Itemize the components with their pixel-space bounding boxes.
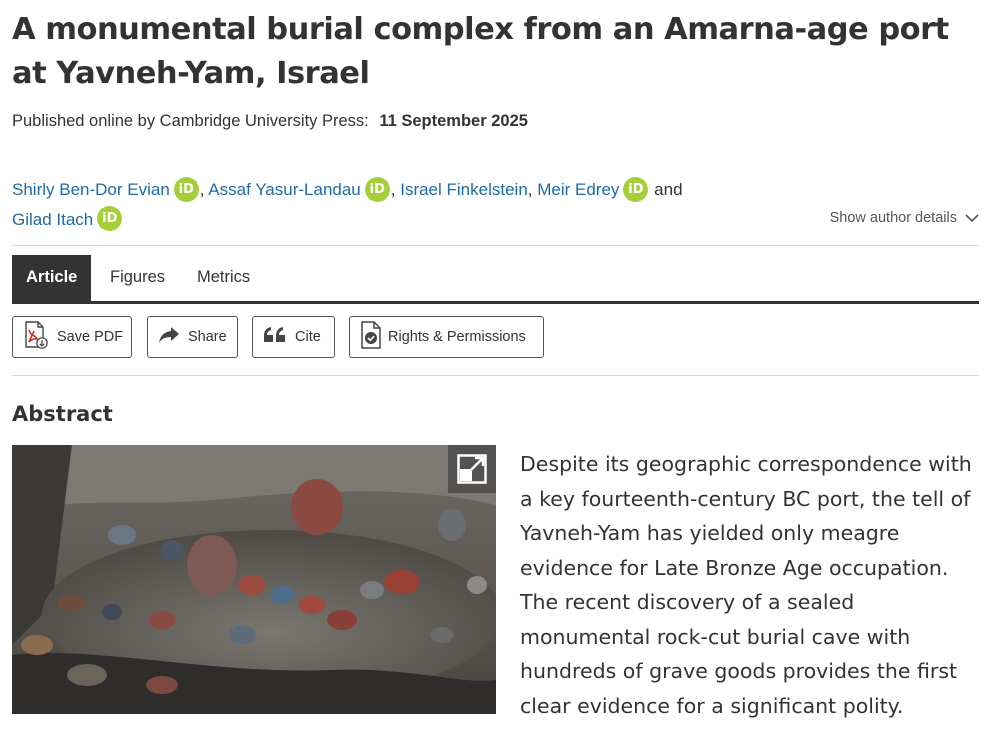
- orcid-icon[interactable]: iD: [173, 176, 199, 202]
- chevron-down-icon: [965, 214, 979, 222]
- abstract-heading: Abstract: [12, 402, 113, 426]
- save-pdf-button[interactable]: Save PDF: [12, 316, 132, 358]
- author-link[interactable]: Assaf Yasur-Landau: [208, 180, 360, 199]
- article-tabs: Article Figures Metrics: [12, 255, 979, 304]
- rights-label: Rights & Permissions: [388, 329, 526, 345]
- author-link[interactable]: Meir Edrey: [537, 180, 619, 199]
- expand-image-button[interactable]: [448, 445, 496, 493]
- pdf-download-icon: [23, 321, 49, 353]
- author-list: Shirly Ben-Dor Evian iD, Assaf Yasur-Land…: [12, 175, 832, 234]
- author-link[interactable]: Israel Finkelstein: [400, 180, 528, 199]
- show-author-details[interactable]: Show author details: [830, 210, 979, 226]
- cite-button[interactable]: Cite: [252, 316, 335, 358]
- orcid-icon[interactable]: iD: [623, 176, 649, 202]
- save-pdf-label: Save PDF: [57, 329, 124, 345]
- published-label: Published online by Cambridge University…: [12, 112, 369, 130]
- share-label: Share: [188, 329, 227, 345]
- article-title: A monumental burial complex from an Amar…: [12, 12, 949, 91]
- expand-icon: [457, 454, 487, 484]
- tab-article[interactable]: Article: [12, 255, 92, 301]
- author-link[interactable]: Shirly Ben-Dor Evian: [12, 180, 170, 199]
- orcid-icon[interactable]: iD: [364, 176, 390, 202]
- author-separator: and: [654, 180, 683, 199]
- tab-figures[interactable]: Figures: [110, 255, 165, 301]
- share-button[interactable]: Share: [147, 316, 238, 358]
- divider: [12, 245, 979, 246]
- divider: [12, 375, 979, 376]
- rights-permissions-button[interactable]: Rights & Permissions: [349, 316, 544, 358]
- abstract-figure[interactable]: [12, 445, 496, 714]
- published-date: 11 September 2025: [379, 112, 528, 130]
- burial-cave-photo: [12, 445, 496, 714]
- tab-metrics[interactable]: Metrics: [197, 255, 250, 301]
- article-page: A monumental burial complex from an Amar…: [0, 0, 996, 742]
- author-separator: ,: [527, 180, 538, 199]
- author-link[interactable]: Gilad Itach: [12, 210, 93, 229]
- show-author-details-label: Show author details: [829, 210, 957, 226]
- quote-icon: [263, 327, 287, 347]
- share-arrow-icon: [158, 326, 180, 348]
- cite-label: Cite: [295, 329, 321, 345]
- orcid-icon[interactable]: iD: [97, 206, 123, 232]
- author-separator: ,: [390, 180, 401, 199]
- abstract-text: Despite its geographic correspondence wi…: [520, 452, 972, 718]
- publication-info: Published online by Cambridge University…: [12, 112, 528, 131]
- document-check-icon: [360, 321, 382, 353]
